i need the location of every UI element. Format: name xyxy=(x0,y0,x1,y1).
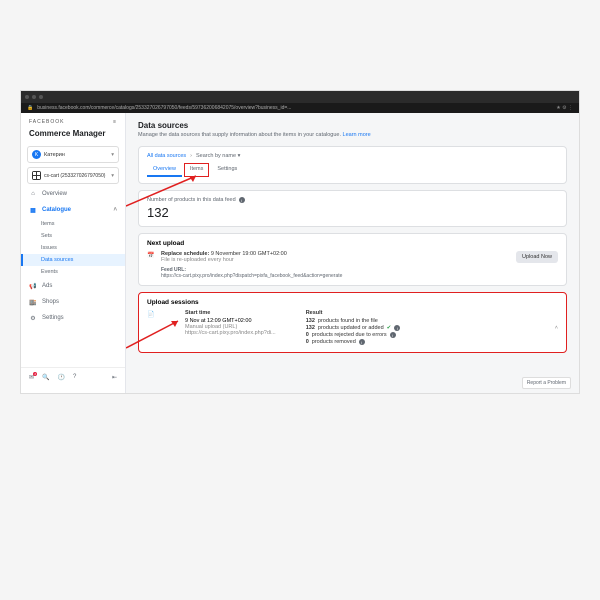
clock-icon[interactable]: 🕐 xyxy=(58,374,65,381)
report-problem-button[interactable]: Report a Problem xyxy=(522,377,571,389)
session-url: https://cs-cart.pixy.pro/index.php?di... xyxy=(185,330,276,336)
app-title: Commerce Manager xyxy=(21,127,125,144)
search-icon[interactable]: 🔍 xyxy=(42,374,49,381)
info-icon[interactable]: i xyxy=(239,197,245,203)
tab-overview[interactable]: Overview xyxy=(147,163,182,177)
upload-now-button[interactable]: Upload Now xyxy=(516,251,558,263)
page-subtitle: Manage the data sources that supply info… xyxy=(138,132,567,138)
lock-icon: 🔒 xyxy=(27,105,33,111)
search-by-name[interactable]: Search by name ▾ xyxy=(196,153,240,159)
info-icon[interactable]: i xyxy=(359,339,365,345)
nav-settings[interactable]: ⚙Settings xyxy=(21,310,125,326)
browser-tabs xyxy=(21,91,579,103)
nav-items[interactable]: Items xyxy=(21,218,125,230)
brand: FACEBOOK xyxy=(29,119,65,125)
start-time-label: Start time xyxy=(185,310,276,316)
nav-data-sources[interactable]: Data sources xyxy=(21,254,125,266)
url-text: business.facebook.com/commerce/catalogs/… xyxy=(37,105,291,111)
count-label: Number of products in this data feed i xyxy=(147,197,558,203)
gear-icon: ⚙ xyxy=(29,314,37,322)
browser-window: 🔒 business.facebook.com/commerce/catalog… xyxy=(20,90,580,394)
catalog-selector[interactable]: cs-cart (253327026797050) ▾ xyxy=(27,167,119,184)
grid-icon: ▦ xyxy=(29,206,37,214)
nav-overview[interactable]: ⌂Overview xyxy=(21,186,125,202)
grid-icon xyxy=(32,171,41,180)
tab-settings[interactable]: Settings xyxy=(211,163,243,177)
breadcrumb: All data sources › Search by name ▾ xyxy=(147,153,558,159)
result-label: Result xyxy=(306,310,401,316)
learn-more-link[interactable]: Learn more xyxy=(343,132,371,138)
chevron-up-icon: ˄ xyxy=(113,207,117,213)
nav-catalogue[interactable]: ▦Catalogue˄ xyxy=(21,202,125,218)
catalog-name: cs-cart (253327026797050) xyxy=(44,173,105,179)
account-selector[interactable]: K Катерин ▾ xyxy=(27,146,119,163)
upload-note: File is re-uploaded every hour xyxy=(161,257,510,263)
feed-url: https://cs-cart.pixy.pro/index.php?dispa… xyxy=(161,273,342,279)
mail-icon[interactable]: ✉2 xyxy=(29,374,34,381)
main-content: Data sources Manage the data sources tha… xyxy=(126,113,579,393)
next-upload-title: Next upload xyxy=(147,240,558,247)
tab-items[interactable]: Items xyxy=(184,163,209,177)
file-icon: 📄 xyxy=(147,310,155,318)
sidebar-footer: ✉2 🔍 🕐 ? ⇤ xyxy=(21,367,125,387)
expand-icon[interactable]: ˄ xyxy=(555,325,558,331)
megaphone-icon: 📢 xyxy=(29,282,37,290)
sidebar: FACEBOOK ≡ Commerce Manager K Катерин ▾ … xyxy=(21,113,126,393)
count-card: Number of products in this data feed i 1… xyxy=(138,190,567,227)
address-bar[interactable]: 🔒 business.facebook.com/commerce/catalog… xyxy=(21,103,579,113)
page-title: Data sources xyxy=(138,121,567,130)
tabs: Overview Items Settings xyxy=(147,163,558,177)
nav-sets[interactable]: Sets xyxy=(21,230,125,242)
info-icon[interactable]: i xyxy=(390,332,396,338)
tabs-card: All data sources › Search by name ▾ Over… xyxy=(138,146,567,184)
check-icon: ✔ xyxy=(387,325,392,331)
chevron-down-icon: ▾ xyxy=(111,152,114,158)
home-icon: ⌂ xyxy=(29,190,37,198)
extension-icons[interactable]: ★ ⚙ ⋮ xyxy=(556,105,573,111)
menu-icon[interactable]: ≡ xyxy=(113,119,117,125)
nav-events[interactable]: Events xyxy=(21,266,125,278)
sessions-title: Upload sessions xyxy=(147,299,558,306)
collapse-icon[interactable]: ⇤ xyxy=(112,374,117,381)
nav-ads[interactable]: 📢Ads xyxy=(21,278,125,294)
info-icon[interactable]: i xyxy=(394,325,400,331)
account-name: Катерин xyxy=(44,152,65,158)
upload-sessions-card: Upload sessions 📄 Start time 9 Nov at 12… xyxy=(138,292,567,353)
nav-shops[interactable]: 🏬Shops xyxy=(21,294,125,310)
nav-issues[interactable]: Issues xyxy=(21,242,125,254)
product-count: 132 xyxy=(147,205,558,220)
shop-icon: 🏬 xyxy=(29,298,37,306)
help-icon[interactable]: ? xyxy=(73,374,76,381)
breadcrumb-link[interactable]: All data sources xyxy=(147,153,186,159)
calendar-icon: 📅 xyxy=(147,251,155,259)
next-upload-card: Next upload 📅 Replace schedule: 9 Novemb… xyxy=(138,233,567,286)
chevron-down-icon: ▾ xyxy=(111,173,114,179)
avatar: K xyxy=(32,150,41,159)
